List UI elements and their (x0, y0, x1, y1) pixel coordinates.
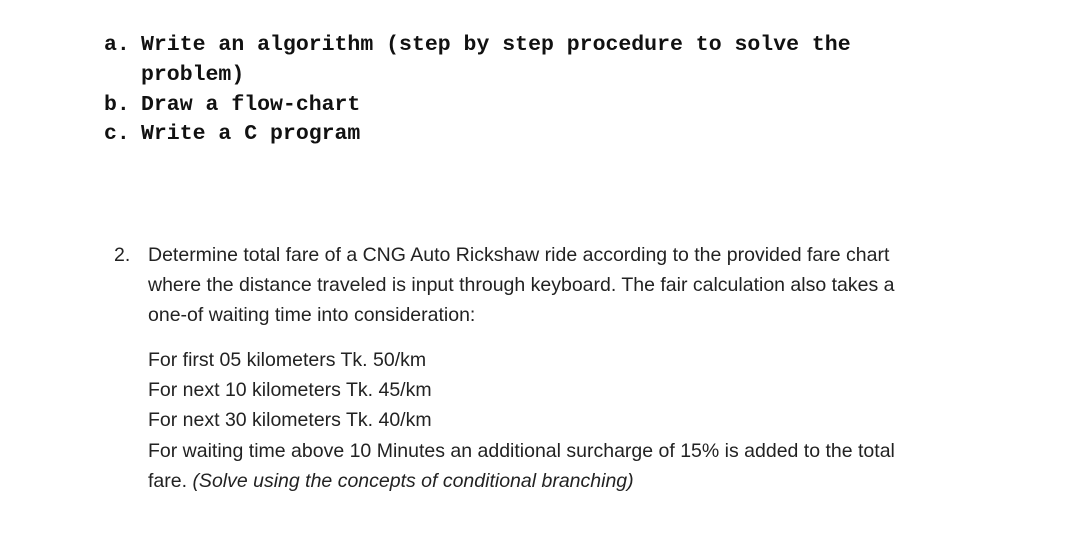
sub-task-marker: c. (104, 122, 130, 146)
sub-task-b: b. Draw a flow-chart (104, 93, 360, 117)
sub-task-marker: b. (104, 93, 130, 117)
sub-task-text: Write a C program (141, 122, 361, 146)
fare-chart-line: For next 10 kilometers Tk. 45/km (148, 379, 432, 401)
fare-chart-line: For next 30 kilometers Tk. 40/km (148, 409, 432, 431)
question-intro-line: Determine total fare of a CNG Auto Ricks… (148, 244, 890, 266)
sub-task-text: Draw a flow-chart (141, 93, 361, 117)
question-number: 2. (114, 244, 131, 266)
last-line-prefix: fare. (148, 470, 193, 492)
sub-task-marker: a. (104, 33, 130, 57)
solve-note: (Solve using the concepts of conditional… (192, 470, 634, 492)
fare-chart-line: For first 05 kilometers Tk. 50/km (148, 349, 427, 371)
sub-task-a-continuation: problem) (141, 63, 245, 87)
sub-task-text: Write an algorithm (step by step procedu… (141, 33, 851, 57)
question-intro-line: where the distance traveled is input thr… (148, 274, 895, 296)
fare-chart-last-line: fare. (Solve using the concepts of condi… (148, 470, 634, 493)
question-intro-line: one-of waiting time into consideration: (148, 304, 476, 326)
sub-task-c: c. Write a C program (104, 122, 360, 146)
sub-task-a: a. Write an algorithm (step by step proce… (104, 33, 851, 57)
fare-chart-line: For waiting time above 10 Minutes an add… (148, 440, 895, 462)
